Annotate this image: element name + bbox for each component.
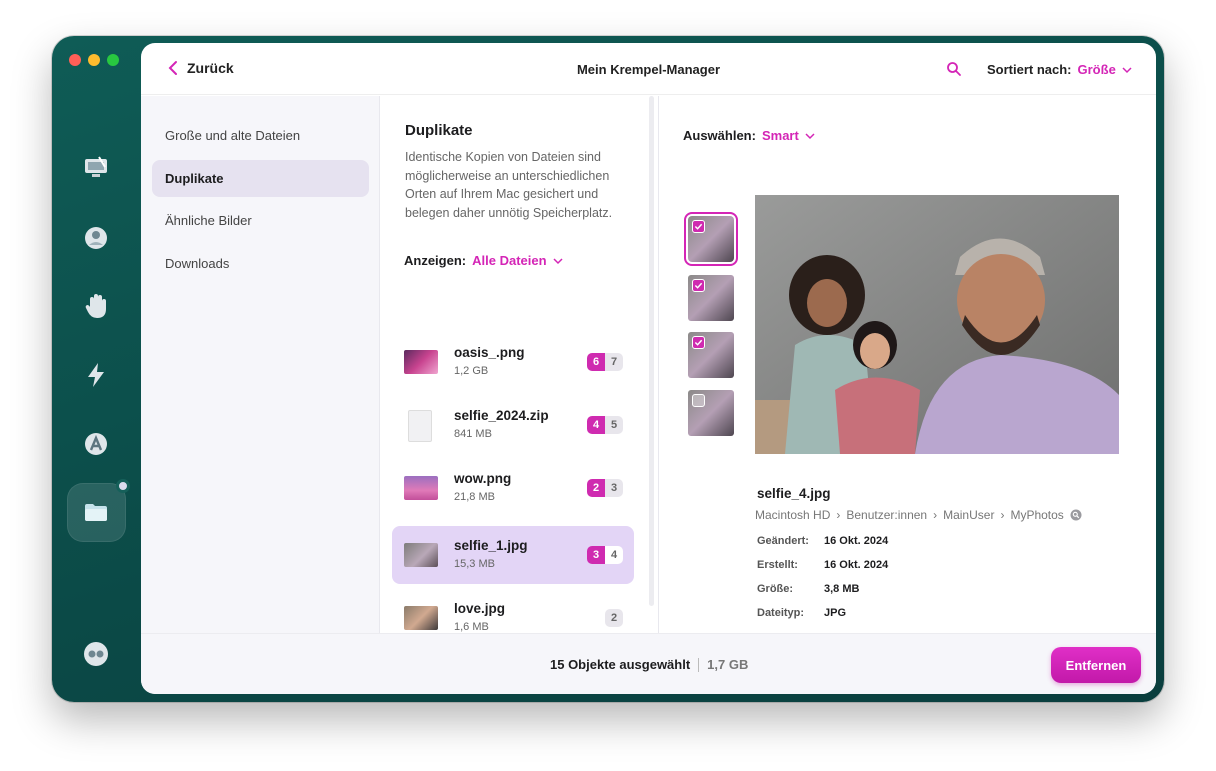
select-label: Auswählen: [683, 128, 756, 143]
assistant-icon[interactable] [80, 638, 112, 670]
duplicates-list-panel: Duplikate Identische Kopien von Dateien … [381, 96, 659, 633]
path-segment[interactable]: MyPhotos [1010, 508, 1063, 522]
list-item[interactable]: oasis_.png 1,2 GB 67 [392, 333, 634, 391]
module-rail [52, 36, 141, 702]
show-label: Anzeigen: [404, 253, 467, 268]
file-thumbnail [404, 606, 438, 630]
my-clutter-module-button[interactable] [67, 479, 130, 542]
main-panel: Zurück Mein Krempel-Manager Sortiert nac… [141, 43, 1156, 694]
detail-panel: Auswählen: Smart selfie_4.jpg Macintosh … [660, 96, 1156, 633]
duplicate-thumbnail[interactable] [688, 275, 734, 321]
sidebar-item-similar-images[interactable]: Ähnliche Bilder [152, 202, 369, 239]
divider [698, 657, 700, 672]
selection-summary: 15 Objekte ausgewählt 1,7 GB [550, 657, 748, 672]
sidebar-item-duplicates[interactable]: Duplikate [152, 160, 369, 197]
privacy-hand-icon[interactable] [80, 290, 112, 322]
file-name: oasis_.png [454, 345, 525, 360]
search-icon[interactable] [946, 61, 962, 77]
modified-value: 16 Okt. 2024 [824, 535, 889, 547]
chevron-down-icon [1122, 66, 1132, 73]
zip-file-icon [408, 410, 432, 442]
speed-bolt-icon[interactable] [80, 359, 112, 391]
duplicate-checkbox[interactable] [692, 394, 705, 407]
file-name: selfie_2024.zip [454, 408, 549, 423]
chevron-down-icon [805, 132, 815, 139]
show-value: Alle Dateien [472, 253, 547, 268]
sort-dropdown[interactable]: Sortiert nach: Größe [987, 62, 1132, 77]
reveal-in-finder-icon[interactable] [1070, 509, 1082, 521]
list-item[interactable]: selfie_2024.zip 841 MB 45 [392, 396, 634, 454]
show-filter-dropdown[interactable]: Anzeigen: Alle Dateien [404, 253, 563, 268]
scrollbar[interactable] [649, 96, 654, 606]
filetype-label: Dateityp: [757, 607, 805, 619]
size-value: 3,8 MB [824, 583, 860, 595]
file-size: 15,3 MB [454, 558, 495, 570]
folder-icon [85, 504, 107, 521]
duplicate-checkbox[interactable] [692, 279, 705, 292]
select-value: Smart [761, 128, 799, 143]
duplicate-checkbox[interactable] [692, 220, 705, 233]
sort-value: Größe [1077, 62, 1116, 77]
selected-size: 1,7 GB [707, 657, 749, 672]
file-thumbnail [404, 476, 438, 500]
remove-button[interactable]: Entfernen [1051, 647, 1141, 683]
protection-icon[interactable] [80, 222, 112, 254]
path-segment[interactable]: MainUser [943, 508, 994, 522]
duplicate-thumbnail[interactable] [688, 332, 734, 378]
duplicate-count-badge: 2 [605, 609, 623, 627]
sort-label: Sortiert nach: [987, 62, 1072, 77]
file-name: selfie_1.jpg [454, 538, 528, 553]
sidebar-item-downloads[interactable]: Downloads [152, 245, 369, 282]
list-item[interactable]: selfie_1.jpg 15,3 MB 34 [392, 526, 634, 584]
path-segment[interactable]: Macintosh HD [755, 508, 830, 522]
sidebar-item-large-old-files[interactable]: Große und alte Dateien [152, 117, 369, 154]
file-name: wow.png [454, 471, 512, 486]
file-size: 1,6 MB [454, 621, 489, 633]
section-description: Identische Kopien von Dateien sind mögli… [405, 150, 613, 220]
image-preview [755, 195, 1119, 454]
file-size: 21,8 MB [454, 491, 495, 503]
created-value: 16 Okt. 2024 [824, 559, 889, 571]
path-segment[interactable]: Benutzer:innen [846, 508, 927, 522]
duplicate-thumbnail[interactable] [684, 212, 738, 266]
duplicate-count-badge: 45 [587, 416, 623, 434]
detail-file-name: selfie_4.jpg [757, 486, 831, 501]
duplicate-count-badge: 23 [587, 479, 623, 497]
select-mode-dropdown[interactable]: Auswählen: Smart [683, 128, 815, 143]
list-item[interactable]: wow.png 21,8 MB 23 [392, 459, 634, 517]
selected-count: 15 Objekte ausgewählt [550, 657, 691, 672]
file-name: love.jpg [454, 601, 506, 616]
cleanup-monitor-icon[interactable] [80, 152, 112, 184]
top-bar: Zurück Mein Krempel-Manager Sortiert nac… [141, 43, 1156, 95]
duplicate-checkbox[interactable] [692, 336, 705, 349]
file-size: 841 MB [454, 428, 492, 440]
duplicate-count-badge: 34 [587, 546, 623, 564]
file-thumbnail [404, 350, 438, 374]
file-thumbnail [404, 543, 438, 567]
section-title: Duplikate [405, 122, 473, 139]
notification-dot [116, 479, 130, 493]
created-label: Erstellt: [757, 559, 798, 571]
app-window: Zurück Mein Krempel-Manager Sortiert nac… [52, 36, 1164, 702]
duplicate-thumbnail[interactable] [688, 390, 734, 436]
applications-icon[interactable] [80, 428, 112, 460]
category-sidebar: Große und alte Dateien Duplikate Ähnlich… [141, 96, 380, 633]
duplicate-count-badge: 67 [587, 353, 623, 371]
size-label: Größe: [757, 583, 794, 595]
chevron-down-icon [553, 257, 563, 264]
action-footer: 15 Objekte ausgewählt 1,7 GB Entfernen [141, 633, 1156, 694]
file-path-breadcrumb: Macintosh HD › Benutzer:innen › MainUser › … [755, 508, 1082, 522]
filetype-value: JPG [824, 607, 847, 619]
file-size: 1,2 GB [454, 365, 489, 377]
modified-label: Geändert: [757, 535, 809, 547]
